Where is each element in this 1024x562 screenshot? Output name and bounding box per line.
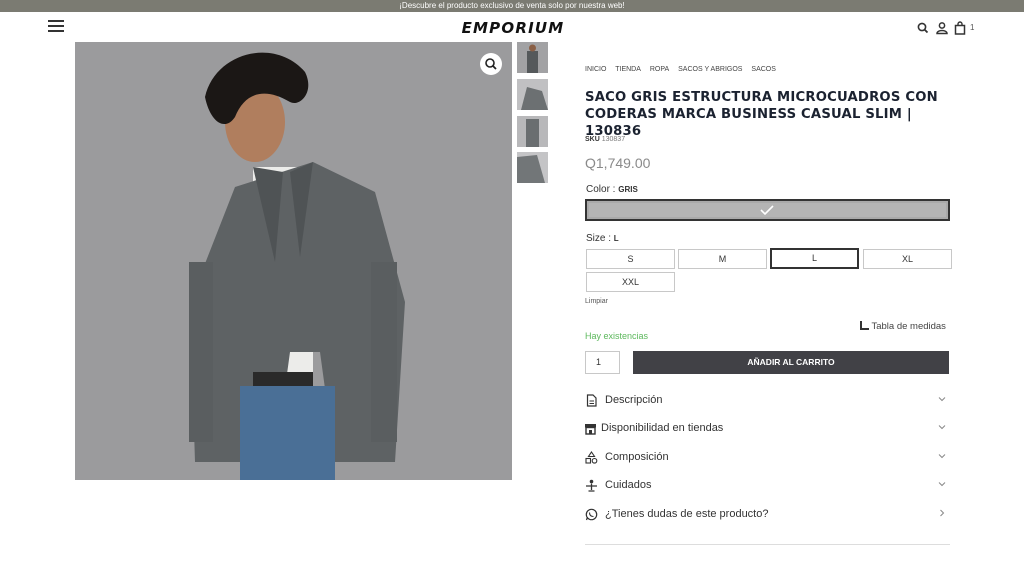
section-divider (585, 544, 950, 545)
product-thumbnail[interactable] (517, 79, 548, 110)
size-table-link[interactable]: Tabla de medidas (860, 321, 946, 332)
breadcrumb-link[interactable]: INICIO (585, 66, 606, 73)
breadcrumb-link[interactable]: SACOS Y ABRIGOS (678, 66, 742, 73)
accordion-disponibilidad[interactable]: Disponibilidad en tiendas (585, 419, 950, 439)
accordion-dudas[interactable]: ¿Tienes dudas de este producto? (585, 505, 950, 525)
chevron-down-icon (938, 425, 946, 430)
thumbnail-image (517, 116, 548, 147)
accordion-label: Cuidados (605, 479, 652, 491)
size-value: L (613, 234, 619, 243)
whatsapp-icon (585, 508, 598, 521)
color-label: Color : GRIS (586, 184, 638, 195)
store-icon (585, 424, 596, 435)
product-thumbnail[interactable] (517, 152, 548, 183)
shapes-icon (585, 451, 598, 464)
site-header: EMPORIUM 1 (0, 12, 1024, 42)
stock-status: Hay existencias (585, 331, 649, 341)
cart-count: 1 (970, 23, 975, 32)
accordion-composicion[interactable]: Composición (585, 448, 950, 468)
thumbnail-image (517, 42, 548, 73)
care-icon (586, 479, 597, 492)
breadcrumb-link[interactable]: SACOS (751, 66, 776, 73)
color-label-text: Color : (586, 184, 616, 195)
color-value: GRIS (618, 185, 638, 194)
thumbnail-image (517, 79, 548, 110)
sku-label: SKU (585, 136, 600, 143)
size-option-l[interactable]: L (770, 248, 859, 269)
size-option-xl[interactable]: XL (863, 249, 952, 269)
product-title: SACO GRIS ESTRUCTURA MICROCUADROS CON CO… (585, 90, 938, 139)
add-to-cart-button[interactable]: AÑADIR AL CARRITO (633, 351, 949, 374)
clear-selection-link[interactable]: Limpiar (585, 298, 608, 305)
accordion-descripcion[interactable]: Descripción (585, 391, 950, 411)
chevron-down-icon (938, 397, 946, 402)
accordion-label: ¿Tienes dudas de este producto? (605, 508, 769, 520)
share-row (585, 556, 950, 562)
breadcrumb-link[interactable]: ROPA (650, 66, 669, 73)
sku-value: 130837 (601, 136, 626, 143)
size-option-s[interactable]: S (586, 249, 675, 269)
product-main-image[interactable] (75, 42, 512, 480)
search-icon[interactable] (916, 21, 930, 35)
size-table-label: Tabla de medidas (871, 321, 946, 332)
product-photo (75, 42, 512, 480)
cart-icon[interactable] (953, 21, 967, 35)
accordion-label: Disponibilidad en tiendas (601, 422, 724, 434)
accordion-label: Descripción (605, 394, 663, 406)
breadcrumb: INICIO TIENDA ROPA SACOS Y ABRIGOS SACOS (585, 66, 783, 73)
size-label-text: Size : (586, 233, 612, 244)
menu-icon[interactable] (48, 20, 64, 32)
product-price: Q1,749.00 (585, 155, 651, 171)
document-icon (586, 394, 597, 407)
thumbnail-image (517, 152, 548, 183)
accordion-cuidados[interactable]: Cuidados (585, 476, 950, 496)
accordion-label: Composición (605, 451, 669, 463)
site-logo[interactable]: EMPORIUM (446, 19, 580, 37)
product-thumbnail[interactable] (517, 42, 548, 73)
chevron-down-icon (938, 482, 946, 487)
product-sku: SKU 130837 (585, 136, 625, 143)
quantity-input[interactable]: 1 (585, 351, 620, 374)
zoom-icon (485, 58, 497, 70)
check-icon (760, 205, 774, 216)
chevron-right-icon (940, 509, 945, 517)
breadcrumb-link[interactable]: TIENDA (615, 66, 641, 73)
size-option-xxl[interactable]: XXL (586, 272, 675, 292)
chevron-down-icon (938, 454, 946, 459)
product-thumbnail[interactable] (517, 116, 548, 147)
size-option-m[interactable]: M (678, 249, 767, 269)
ruler-icon (860, 321, 869, 330)
user-icon[interactable] (935, 21, 949, 35)
color-swatch-gris[interactable] (585, 199, 950, 221)
announcement-bar: ¡Descubre el producto exclusivo de venta… (0, 0, 1024, 12)
zoom-button[interactable] (480, 53, 502, 75)
size-label: Size : L (586, 233, 619, 244)
